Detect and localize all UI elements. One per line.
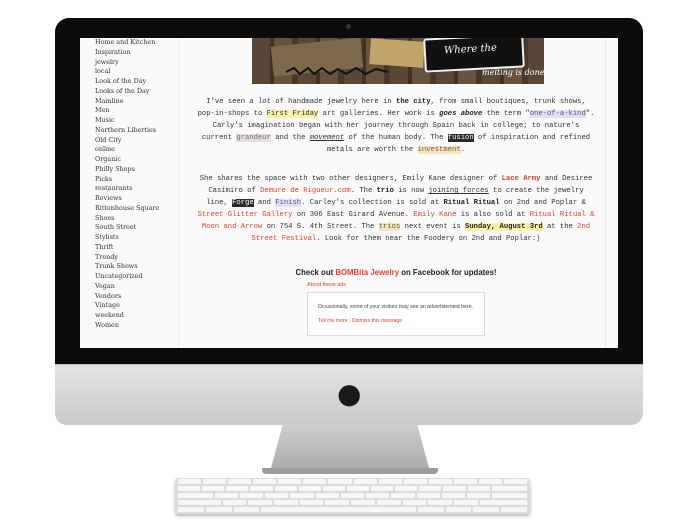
sidebar-item[interactable]: Rittenhouse Square [95, 204, 178, 214]
emily-kane-link[interactable]: Emily Kane [413, 211, 456, 219]
sidebar-item[interactable]: Look of the Day [95, 77, 178, 87]
imac-chin: ● [55, 364, 643, 425]
sidebar-item[interactable]: Old City [95, 136, 178, 146]
sidebar-item[interactable]: weekend [95, 311, 178, 321]
about-these-ads-link[interactable]: About these ads [307, 282, 346, 288]
sidebar-item[interactable]: Men [95, 106, 178, 116]
fusion-highlight: fusion [447, 134, 474, 142]
content-divider [605, 38, 606, 348]
lace-army-link[interactable]: Lace Army [502, 175, 541, 183]
sidebar-item[interactable]: Vintage [95, 301, 178, 311]
ad-notice-box: Occasionally, some of your visitors may … [307, 292, 485, 336]
one-of-a-kind-highlight: one-of-a-kind [529, 110, 586, 118]
article-paragraph-1: I've seen a lot of handmade jewelry here… [197, 98, 595, 154]
sidebar-item[interactable]: Uncategorized [95, 272, 178, 282]
header-banner-image: Where the melting is done [252, 38, 544, 84]
first-friday-link[interactable]: First Friday [266, 110, 319, 118]
sidebar-item[interactable]: jewelry [95, 58, 178, 68]
apple-logo-icon: ● [337, 377, 362, 410]
article-paragraph-2: She shares the space with two other desi… [197, 175, 595, 243]
link-separator: | [349, 318, 351, 324]
tell-me-more-link[interactable]: Tell me more [318, 318, 348, 324]
sidebar-item[interactable]: Trendy [95, 253, 178, 263]
sidebar-item[interactable]: Reviews [95, 194, 178, 204]
scribble-graphic [285, 66, 389, 76]
sidebar-item[interactable]: Inspiration [95, 48, 178, 58]
sidebar-item[interactable]: local [95, 67, 178, 77]
sidebar-item[interactable]: Women [95, 321, 178, 331]
keyboard [175, 478, 530, 514]
ad-notice-links: Tell me more | Dismiss this message [318, 318, 402, 324]
sidebar-item[interactable]: Northern Liberties [95, 126, 178, 136]
sidebar-item[interactable]: Vegan [95, 282, 178, 292]
forge-highlight: Forge [232, 199, 254, 207]
finish-highlight: Finish [275, 199, 302, 207]
imac-stand [270, 424, 430, 472]
sidebar-item[interactable]: Picks [95, 175, 178, 185]
screen: Health Home and Kitchen Inspiration jewe… [80, 38, 618, 348]
category-sidebar: Health Home and Kitchen Inspiration jewe… [80, 38, 178, 348]
sidebar-item[interactable]: online [95, 145, 178, 155]
sidebar-item[interactable]: Philly Shops [95, 165, 178, 175]
sidebar-item[interactable]: Vendors [95, 292, 178, 302]
sidebar-item[interactable]: Looks of the Day [95, 87, 178, 97]
bombita-jewelry-link[interactable]: BOMBita Jewelry [335, 268, 399, 277]
dismiss-message-link[interactable]: Dismiss this message [352, 318, 402, 324]
camera [346, 24, 351, 29]
banner-slogan-line2: melting is done [482, 68, 544, 77]
investment-highlight: investment [417, 146, 461, 154]
street-glitter-link[interactable]: Street Glitter Gallery [198, 211, 293, 219]
sidebar-item[interactable]: Trunk Shows [95, 262, 178, 272]
sidebar-item[interactable]: Stylists [95, 233, 178, 243]
sidebar-divider [178, 38, 179, 348]
imac-stand-base [262, 468, 438, 474]
sidebar-item[interactable]: Thrift [95, 243, 178, 253]
sidebar-item[interactable]: Music [95, 116, 178, 126]
sidebar-item[interactable]: restaurants [95, 184, 178, 194]
demure-de-rigueur-link[interactable]: Demure de Rigueur.com [260, 187, 351, 195]
sidebar-item[interactable]: Mainline [95, 97, 178, 107]
sidebar-item[interactable]: Organic [95, 155, 178, 165]
ad-notice-message: Occasionally, some of your visitors may … [318, 304, 474, 310]
grandeur-highlight: grandeur [236, 134, 271, 142]
sidebar-item[interactable]: Shoes [95, 214, 178, 224]
facebook-callout: Check out BOMBita Jewelry on Facebook fo… [295, 268, 497, 277]
sidebar-item[interactable]: Home and Kitchen [95, 38, 178, 48]
sidebar-item[interactable]: South Street [95, 223, 178, 233]
